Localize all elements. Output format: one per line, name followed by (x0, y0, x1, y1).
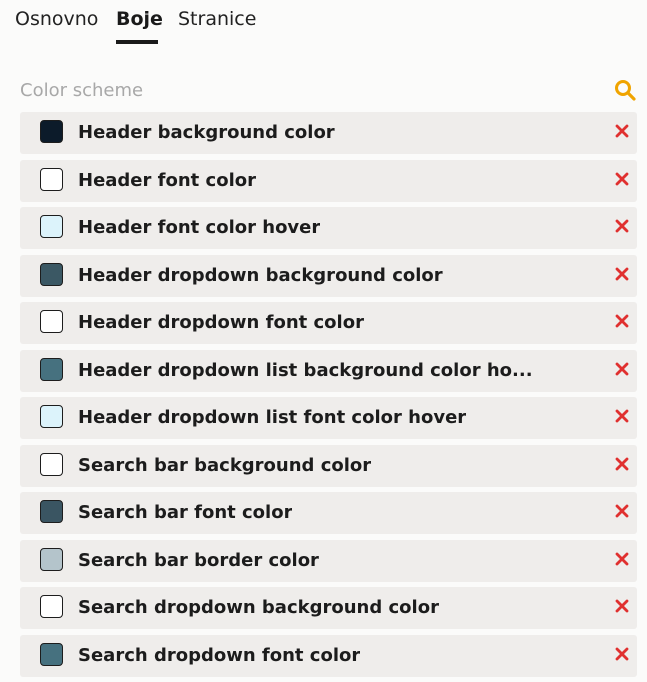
color-label: Header background color (78, 122, 335, 143)
color-label: Header dropdown list background color ho… (78, 359, 533, 381)
remove-icon[interactable] (615, 599, 629, 613)
color-label: Search bar font color (78, 502, 293, 523)
remove-icon[interactable] (615, 552, 629, 566)
remove-icon[interactable] (615, 504, 629, 518)
color-swatch[interactable] (40, 547, 63, 571)
remove-icon[interactable] (615, 219, 629, 233)
remove-icon[interactable] (615, 172, 629, 186)
remove-icon[interactable] (615, 314, 629, 328)
tab-osnovno[interactable]: Osnovno (15, 8, 98, 30)
tab-bar: Osnovno Boje Stranice (0, 0, 647, 46)
color-swatch[interactable] (40, 262, 63, 286)
color-row[interactable]: Search bar font color (20, 492, 637, 534)
color-swatch[interactable] (40, 405, 63, 428)
color-row[interactable]: Header dropdown list font color hover (20, 397, 637, 439)
color-swatch[interactable] (40, 167, 63, 191)
color-row[interactable]: Search bar background color (20, 444, 637, 487)
color-swatch[interactable] (40, 452, 63, 476)
color-swatch[interactable] (40, 642, 63, 666)
color-row[interactable]: Search bar border color (20, 539, 637, 582)
color-label: Header font color (78, 169, 256, 191)
search-row (20, 76, 637, 104)
tab-stranice[interactable]: Stranice (178, 8, 256, 30)
color-row[interactable]: Search dropdown font color (20, 634, 637, 677)
color-row[interactable]: Header dropdown background color (20, 254, 637, 297)
color-row[interactable]: Header font color hover (20, 207, 637, 249)
color-label: Search dropdown font color (78, 644, 361, 666)
tab-boje[interactable]: Boje (116, 8, 163, 30)
active-tab-indicator (116, 40, 158, 44)
color-scheme-list: Header background color Header font color… (20, 112, 637, 682)
color-label: Header dropdown background color (78, 264, 443, 286)
color-swatch[interactable] (40, 215, 63, 238)
remove-icon[interactable] (615, 457, 629, 471)
color-swatch[interactable] (40, 595, 63, 618)
remove-icon[interactable] (615, 267, 629, 281)
color-row[interactable]: Header dropdown list background color ho… (20, 349, 637, 392)
remove-icon[interactable] (615, 647, 629, 661)
color-label: Header font color hover (78, 217, 321, 238)
color-swatch[interactable] (40, 120, 63, 143)
color-row[interactable]: Header dropdown font color (20, 302, 637, 344)
color-label: Search bar border color (78, 549, 319, 571)
color-swatch[interactable] (40, 310, 63, 333)
color-label: Search dropdown background color (78, 597, 439, 618)
search-input[interactable] (20, 76, 590, 104)
color-row[interactable]: Header font color (20, 159, 637, 202)
color-swatch[interactable] (40, 357, 63, 381)
color-row[interactable]: Search dropdown background color (20, 587, 637, 629)
remove-icon[interactable] (615, 362, 629, 376)
color-label: Header dropdown list font color hover (78, 407, 467, 428)
color-row[interactable]: Header background color (20, 112, 637, 154)
color-label: Search bar background color (78, 454, 372, 476)
search-icon[interactable] (613, 78, 637, 102)
color-label: Header dropdown font color (78, 312, 364, 333)
remove-icon[interactable] (615, 124, 629, 138)
remove-icon[interactable] (615, 409, 629, 423)
color-swatch[interactable] (40, 500, 63, 523)
